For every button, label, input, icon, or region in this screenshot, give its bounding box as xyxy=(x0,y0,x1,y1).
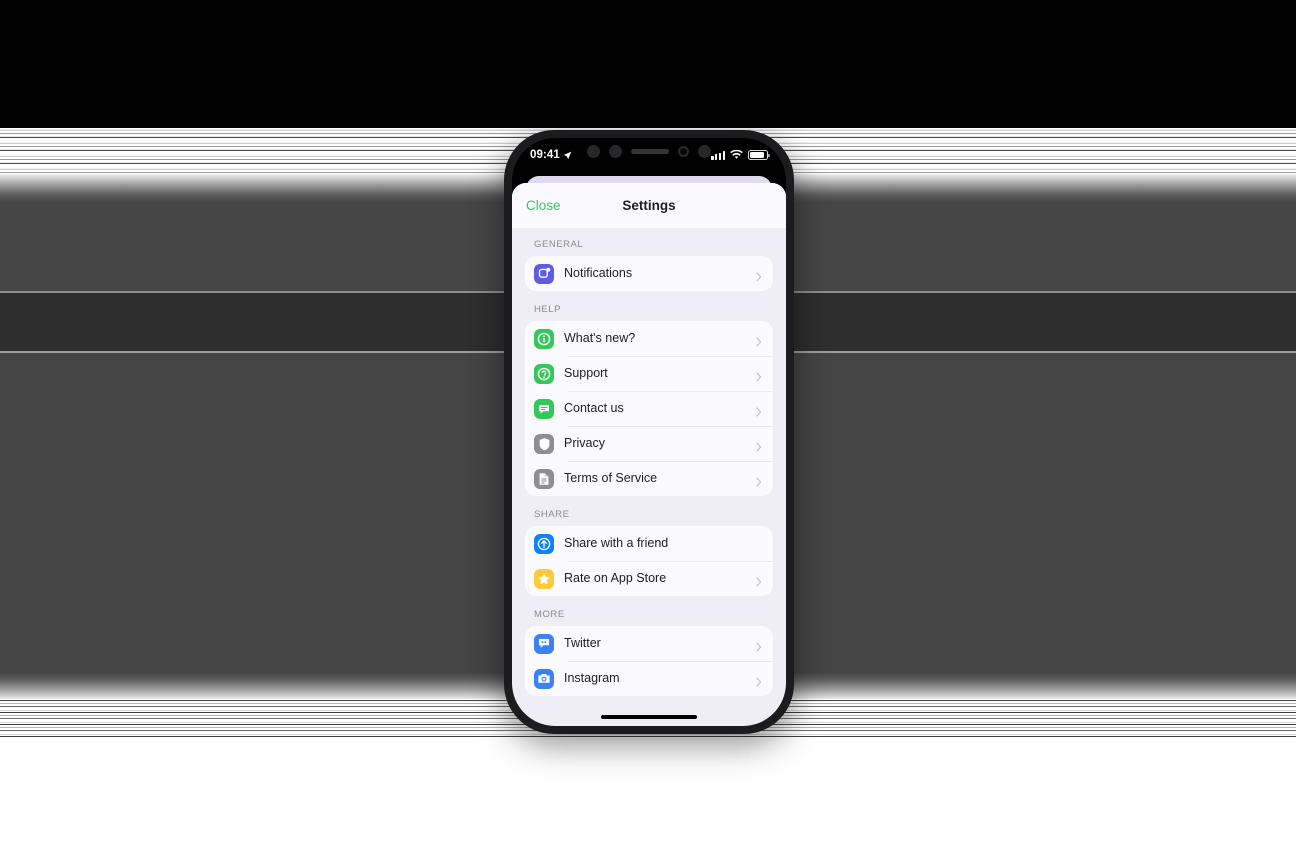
sheet-header: Close Settings xyxy=(512,183,786,228)
battery-icon xyxy=(748,150,770,160)
chevron-right-icon xyxy=(756,674,762,687)
section-header-label: HELP xyxy=(534,304,562,315)
settings-row-label: Privacy xyxy=(564,436,605,451)
settings-row-contact-us[interactable]: Contact us xyxy=(525,391,773,426)
info-circle-icon xyxy=(534,328,554,349)
chevron-right-icon xyxy=(756,474,762,487)
twitter-bubble-icon xyxy=(534,633,554,654)
settings-modal-sheet: Close Settings GENERAL Notifications HEL… xyxy=(512,183,786,726)
star-icon xyxy=(534,568,554,589)
settings-row-twitter[interactable]: Twitter xyxy=(525,626,773,661)
chevron-right-icon xyxy=(756,269,762,282)
background-band-white xyxy=(0,739,1296,864)
share-arrow-icon xyxy=(534,533,554,554)
chat-bubble-icon xyxy=(534,398,554,419)
chevron-right-icon xyxy=(756,404,762,417)
settings-row-label: Terms of Service xyxy=(564,471,658,486)
status-bar: 09:41 xyxy=(512,138,786,172)
settings-row-label: Support xyxy=(564,366,608,381)
settings-section-share: SHARE Share with a friend Rate on App St… xyxy=(525,509,773,596)
status-bar-left: 09:41 xyxy=(530,149,572,161)
settings-row-label: Contact us xyxy=(564,401,624,416)
close-button[interactable]: Close xyxy=(526,198,561,213)
location-arrow-icon xyxy=(563,151,572,159)
settings-card: Share with a friend Rate on App Store xyxy=(525,526,773,596)
settings-section-more: MORE Twitter Instagram xyxy=(525,609,773,696)
chevron-right-icon xyxy=(756,574,762,587)
section-header-label: MORE xyxy=(534,609,565,620)
settings-row-label: What's new? xyxy=(564,331,636,346)
settings-list[interactable]: GENERAL Notifications HELP What's new? S… xyxy=(512,228,786,726)
settings-row-support[interactable]: Support xyxy=(525,356,773,391)
status-time-label: 09:41 xyxy=(530,149,560,161)
phone-screen: 09:41 Close Settings GENERAL Notificatio… xyxy=(512,138,786,726)
settings-row-privacy[interactable]: Privacy xyxy=(525,426,773,461)
chevron-right-icon xyxy=(756,369,762,382)
settings-card: What's new? Support Contact us Privacy T… xyxy=(525,321,773,496)
home-indicator[interactable] xyxy=(601,715,697,719)
settings-row-what-s-new[interactable]: What's new? xyxy=(525,321,773,356)
settings-row-instagram[interactable]: Instagram xyxy=(525,661,773,696)
section-header-label: SHARE xyxy=(534,509,570,520)
status-bar-right xyxy=(711,150,770,160)
section-header-label: GENERAL xyxy=(534,239,584,250)
settings-row-notifications[interactable]: Notifications xyxy=(525,256,773,291)
question-circle-icon xyxy=(534,363,554,384)
chevron-right-icon xyxy=(756,334,762,347)
wifi-icon xyxy=(730,150,743,159)
background-band-black xyxy=(0,0,1296,128)
document-icon xyxy=(534,468,554,489)
chevron-right-icon xyxy=(756,639,762,652)
settings-row-label: Share with a friend xyxy=(564,536,669,551)
shield-icon xyxy=(534,433,554,454)
phone-device-frame: 09:41 Close Settings GENERAL Notificatio… xyxy=(504,130,794,734)
camera-icon xyxy=(534,668,554,689)
settings-card: Notifications xyxy=(525,256,773,291)
settings-section-general: GENERAL Notifications xyxy=(525,239,773,291)
settings-row-label: Rate on App Store xyxy=(564,571,667,586)
settings-row-terms-of-service[interactable]: Terms of Service xyxy=(525,461,773,496)
settings-section-help: HELP What's new? Support Contact us Priv… xyxy=(525,304,773,496)
settings-row-rate-on-app-store[interactable]: Rate on App Store xyxy=(525,561,773,596)
settings-row-label: Twitter xyxy=(564,636,601,651)
settings-row-label: Notifications xyxy=(564,266,633,281)
notification-square-icon xyxy=(534,263,554,284)
settings-card: Twitter Instagram xyxy=(525,626,773,696)
chevron-right-icon xyxy=(756,439,762,452)
settings-row-label: Instagram xyxy=(564,671,620,686)
settings-row-share-with-a-friend[interactable]: Share with a friend xyxy=(525,526,773,561)
cellular-signal-icon xyxy=(711,150,725,160)
